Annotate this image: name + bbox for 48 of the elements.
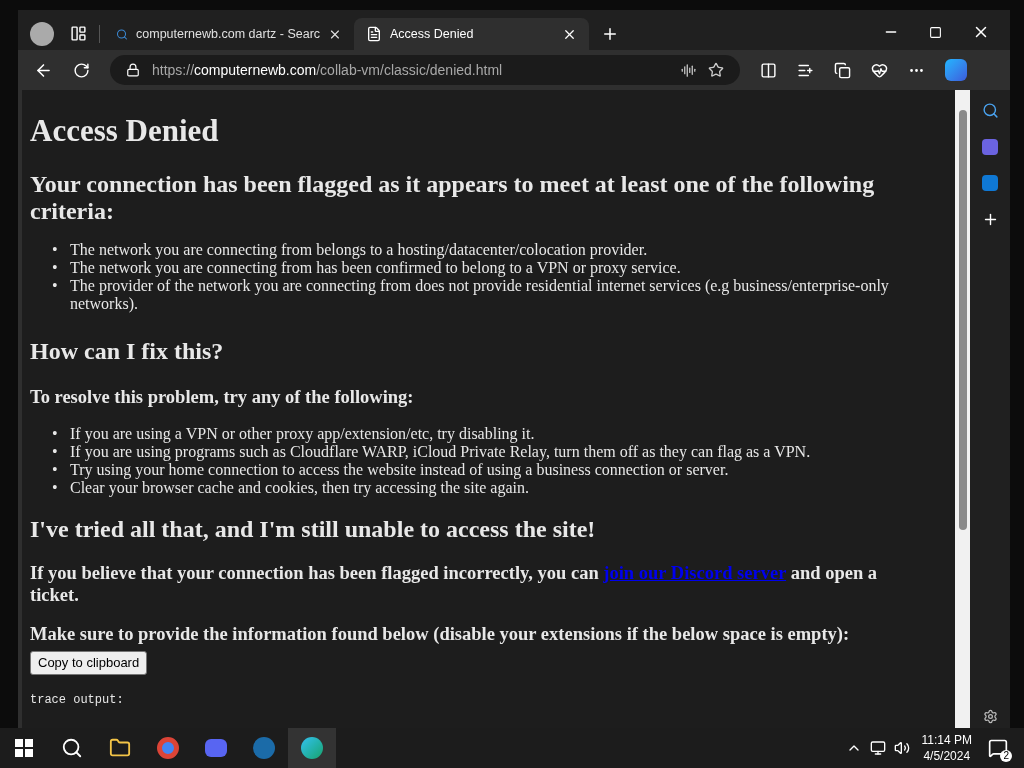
- subheading: To resolve this problem, try any of the following:: [30, 385, 415, 409]
- search-icon[interactable]: [981, 102, 999, 119]
- fix-item: If you are using a VPN or other proxy app/extension/etc, try disabling it.: [70, 424, 535, 443]
- settings-icon[interactable]: [982, 709, 998, 724]
- browser-tab[interactable]: computernewb.com dartz - Searc: [104, 18, 354, 50]
- page-icon: [366, 26, 382, 42]
- section-heading: Your connection has been flagged as it appears to meet at least one of the following criteria:: [30, 170, 876, 225]
- page-title: Access Denied: [30, 112, 220, 150]
- bullet: •: [52, 276, 59, 296]
- volume-icon[interactable]: [893, 740, 910, 756]
- maximize-icon[interactable]: [929, 26, 942, 39]
- bullet: •: [52, 478, 59, 497]
- instructions-text: Make sure to provide the information found below (disable your extensions if the below space is empty):: [30, 622, 851, 646]
- bullet: •: [52, 442, 59, 461]
- search-icon: [116, 27, 128, 41]
- refresh-icon[interactable]: [73, 61, 90, 79]
- bullet: •: [52, 240, 59, 259]
- address-bar[interactable]: https://computernewb.com/collab-vm/classic/denied.html: [110, 55, 740, 85]
- profile-avatar[interactable]: [30, 22, 54, 46]
- browser-tab[interactable]: Access Denied: [354, 18, 589, 50]
- url-text: https://computernewb.com/collab-vm/classic/denied.html: [152, 60, 504, 80]
- split-screen-icon[interactable]: [760, 61, 777, 79]
- scrollbar[interactable]: [955, 90, 970, 728]
- bullet: •: [52, 258, 59, 277]
- trace-output: trace output:: [30, 691, 125, 709]
- new-tab-icon[interactable]: [601, 25, 619, 43]
- search-icon[interactable]: [61, 737, 83, 759]
- bullet: •: [52, 460, 59, 479]
- collections-icon[interactable]: [834, 61, 851, 79]
- fix-item: Clear your browser cache and cookies, then try accessing the site again.: [70, 478, 529, 497]
- fix-item: If you are using programs such as Cloudflare WARP, iCloud Private Relay, turn them off as they can flag as a VPN.: [70, 442, 811, 461]
- section-heading: I've tried all that, and I'm still unable to access the site!: [30, 514, 597, 544]
- read-aloud-icon[interactable]: [681, 62, 696, 78]
- star-icon[interactable]: [708, 62, 724, 78]
- heart-pulse-icon[interactable]: [871, 61, 888, 79]
- criteria-item: The provider of the network you are connecting from does not provide residential internet services (e.g business/enterprise-only networks).: [70, 276, 890, 313]
- criteria-item: The network you are connecting from has been confirmed to belong to a VPN or proxy service.: [70, 258, 681, 277]
- tab-actions-icon[interactable]: [70, 25, 87, 42]
- section-heading: How can I fix this?: [30, 336, 225, 366]
- copy-button[interactable]: Copy to clipboard: [30, 651, 148, 675]
- folder-icon[interactable]: [109, 737, 131, 759]
- bullet: •: [52, 424, 59, 443]
- fix-item: Try using your home connection to access the website instead of using a business connection or server.: [70, 460, 729, 479]
- contact-text: If you believe that your connection has been flagged incorrectly, you can join our Discord server and open a ticket.: [30, 561, 879, 606]
- lock-icon: [126, 63, 140, 77]
- clock[interactable]: 11:14 PM 4/5/2024: [921, 732, 972, 764]
- browser-icon[interactable]: [157, 737, 179, 759]
- criteria-item: The network you are connecting from belongs to a hosting/datacenter/colocation provider.: [70, 240, 648, 259]
